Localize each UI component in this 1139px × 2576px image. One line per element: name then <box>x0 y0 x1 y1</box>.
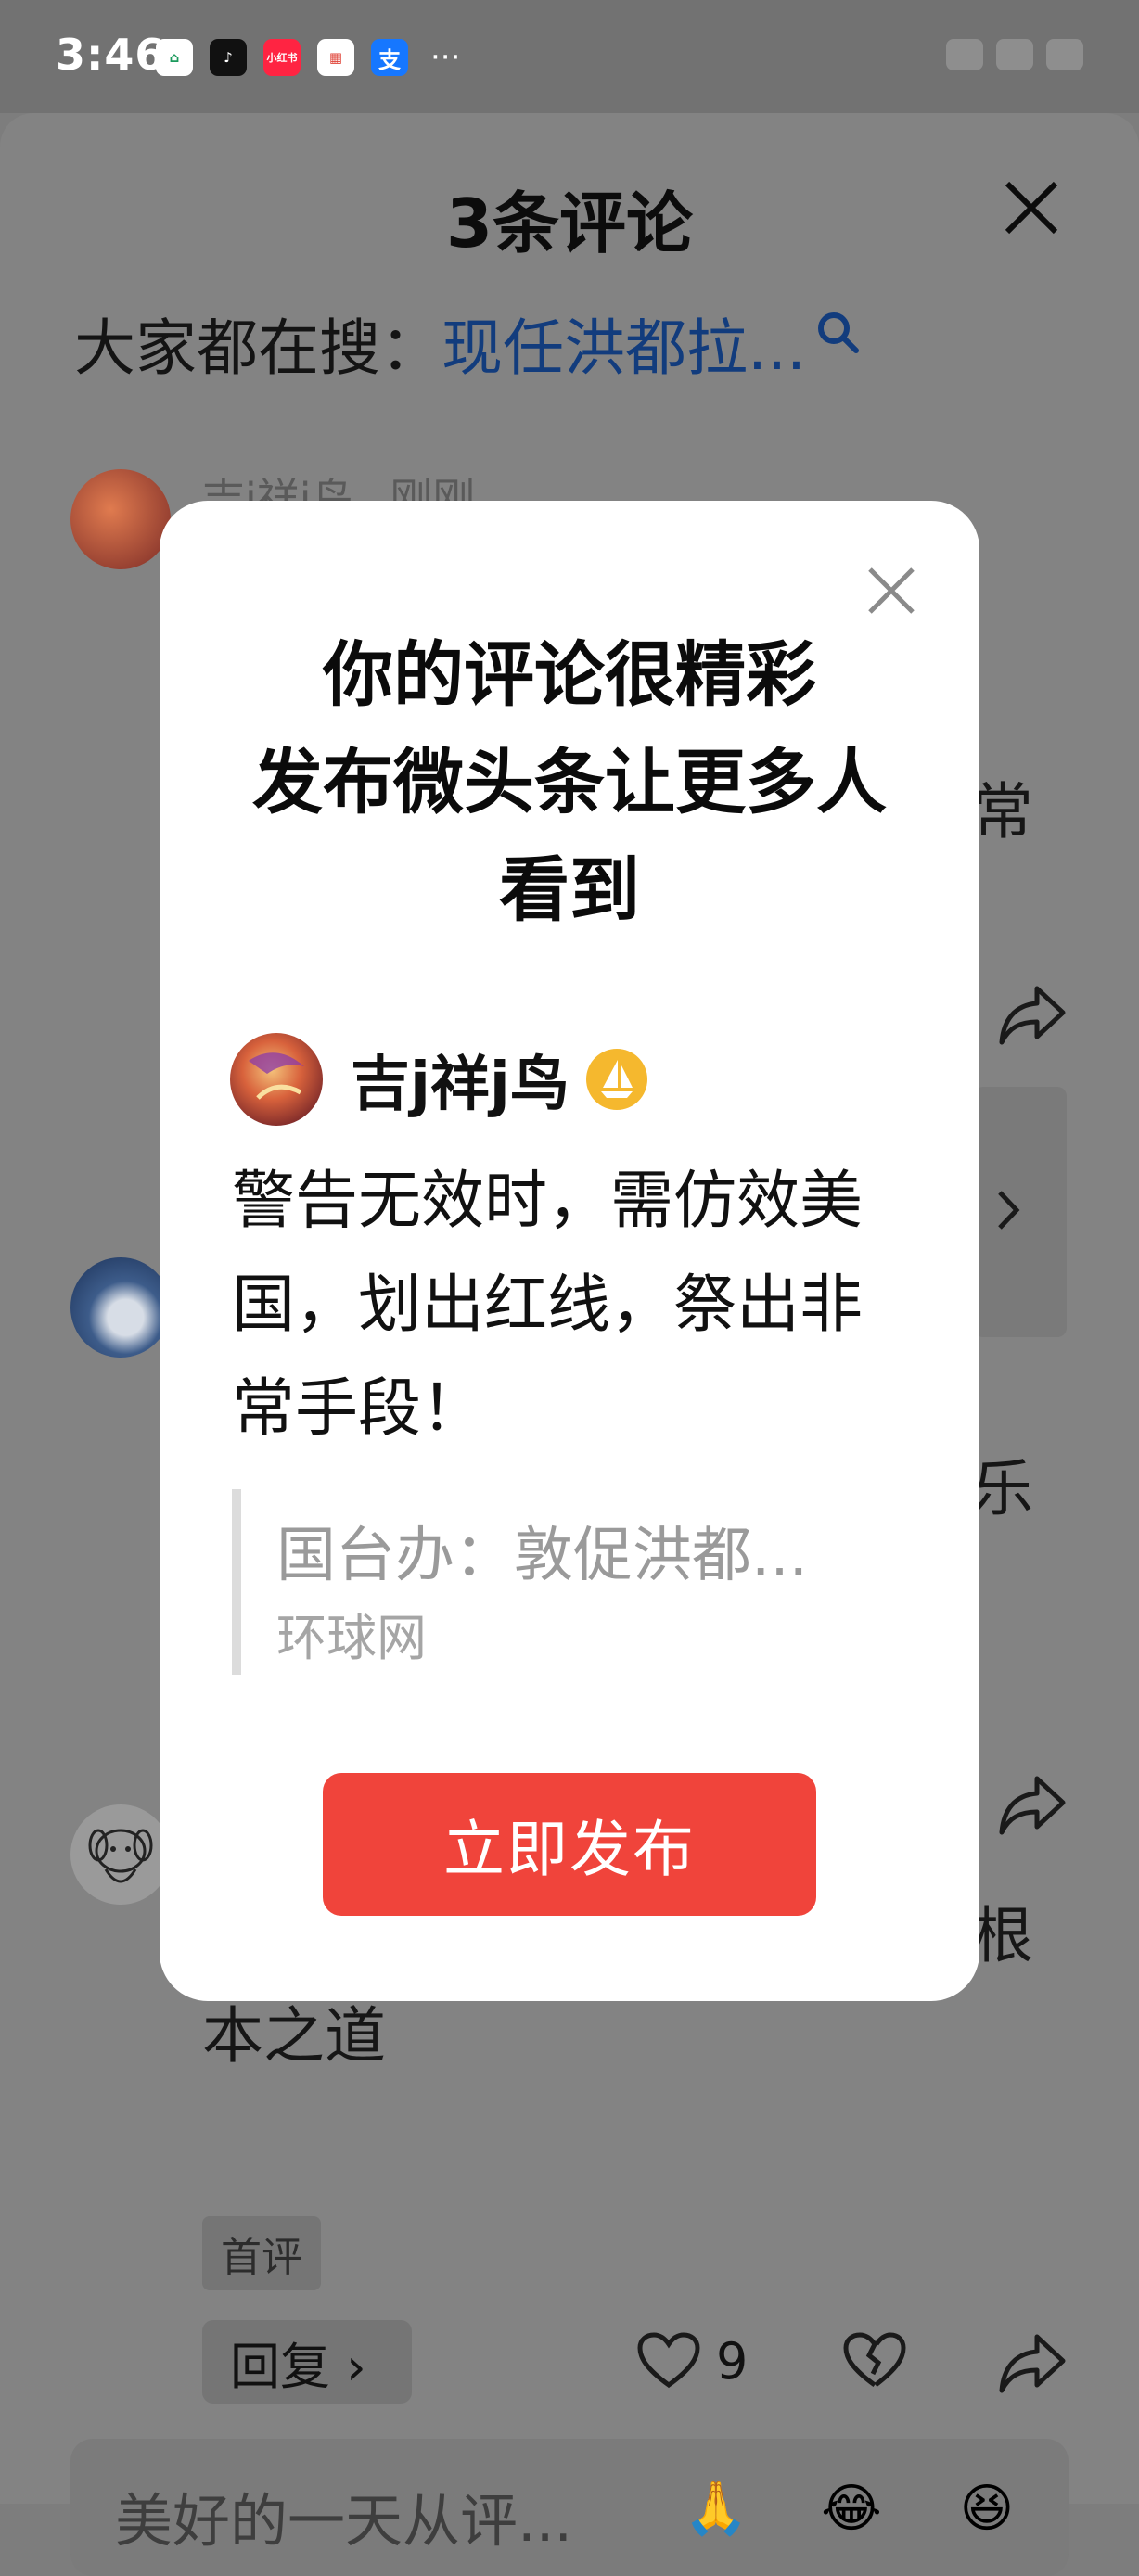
avatar[interactable] <box>70 1804 171 1905</box>
status-time: 3:46 <box>56 30 166 80</box>
laughing-crying-emoji-icon[interactable]: 😂 <box>813 2470 890 2548</box>
comment-line-2: 国，划出红线，祭出非 <box>232 1269 864 1342</box>
notification-app-icons: ⌂ ♪ 小红书 ▦ 支 ··· <box>156 39 460 76</box>
status-right-icons <box>946 39 1083 70</box>
status-bar: 3:46 ⌂ ♪ 小红书 ▦ 支 ··· <box>0 0 1139 113</box>
quoted-article-title: 国台办：敦促洪都... <box>276 1522 809 1590</box>
comment-input-placeholder[interactable]: 美好的一天从评... <box>115 2474 572 2557</box>
comment-composer[interactable]: 美好的一天从评... 🙏 😂 😆 <box>70 2439 1069 2576</box>
like-button[interactable]: 9 <box>636 2331 748 2391</box>
mall-app-icon: ▦ <box>317 39 354 76</box>
signal-icon <box>946 39 983 70</box>
phoenix-avatar-icon <box>230 1033 323 1126</box>
comment-text-fragment: 根 <box>972 1900 1033 1971</box>
sailboat-badge-icon <box>585 1049 647 1110</box>
battery-icon <box>1046 39 1083 70</box>
grinning-emoji-icon[interactable]: 😆 <box>948 2470 1026 2548</box>
hot-search-term[interactable]: 现任洪都拉... <box>442 299 806 388</box>
comment-line-3: 常手段！ <box>232 1372 485 1446</box>
search-icon <box>817 312 859 353</box>
reply-button[interactable]: 回复 › <box>202 2320 412 2404</box>
dialog-headline: 你的评论很精彩 发布微头条让更多人 看到 <box>160 621 979 944</box>
dog-avatar-icon <box>88 1829 153 1883</box>
comment-text-fragment: 常 <box>972 776 1033 848</box>
first-comment-tag: 首评 <box>202 2216 321 2290</box>
comment-text-fragment: 乐 <box>972 1453 1033 1524</box>
publish-button[interactable]: 立即发布 <box>323 1773 816 1916</box>
avatar[interactable] <box>70 469 171 569</box>
hot-search-label: 大家都在搜： <box>74 312 442 384</box>
tiktok-icon: ♪ <box>210 39 247 76</box>
comment-count-title: 3条评论 <box>445 185 694 262</box>
like-count: 9 <box>716 2331 749 2391</box>
close-icon[interactable] <box>1002 178 1061 237</box>
username: 吉j祥j鸟 <box>351 1051 570 1119</box>
hot-search-bar[interactable]: 大家都在搜： 现任洪都拉... <box>74 299 860 388</box>
wifi-icon <box>996 39 1033 70</box>
quoted-article: 国台办：敦促洪都... 环球网 <box>232 1489 890 1675</box>
chevron-right-icon <box>998 1191 1020 1230</box>
headline-line-3: 看到 <box>499 848 640 931</box>
avatar[interactable] <box>70 1257 171 1358</box>
xiaohongshu-icon: 小红书 <box>263 39 301 76</box>
comment-text: 警告无效时，需仿效美 国，划出红线，祭出非 常手段！ <box>232 1150 900 1461</box>
comment-author-row: 吉j祥j鸟 <box>230 1033 649 1126</box>
linked-article-card[interactable] <box>974 1087 1067 1337</box>
broken-heart-icon[interactable] <box>842 2331 907 2391</box>
quoted-article-source: 环球网 <box>276 1609 427 1667</box>
pray-emoji-icon[interactable]: 🙏 <box>677 2470 755 2548</box>
avatar <box>230 1033 323 1126</box>
share-icon[interactable] <box>998 1775 1067 1836</box>
headline-line-1: 你的评论很精彩 <box>323 633 816 716</box>
heart-icon <box>637 2332 700 2389</box>
alipay-icon: 支 <box>371 39 408 76</box>
headline-line-2: 发布微头条让更多人 <box>252 741 887 823</box>
more-notifications-icon: ··· <box>430 39 461 76</box>
home-app-icon: ⌂ <box>156 39 193 76</box>
share-icon[interactable] <box>998 2333 1067 2394</box>
comment-line-1: 警告无效时，需仿效美 <box>232 1165 864 1238</box>
share-icon[interactable] <box>998 985 1067 1046</box>
close-icon[interactable] <box>864 564 918 618</box>
publish-prompt-dialog: 你的评论很精彩 发布微头条让更多人 看到 吉j祥j鸟 警告无效时，需仿效美 国，… <box>160 501 979 2001</box>
